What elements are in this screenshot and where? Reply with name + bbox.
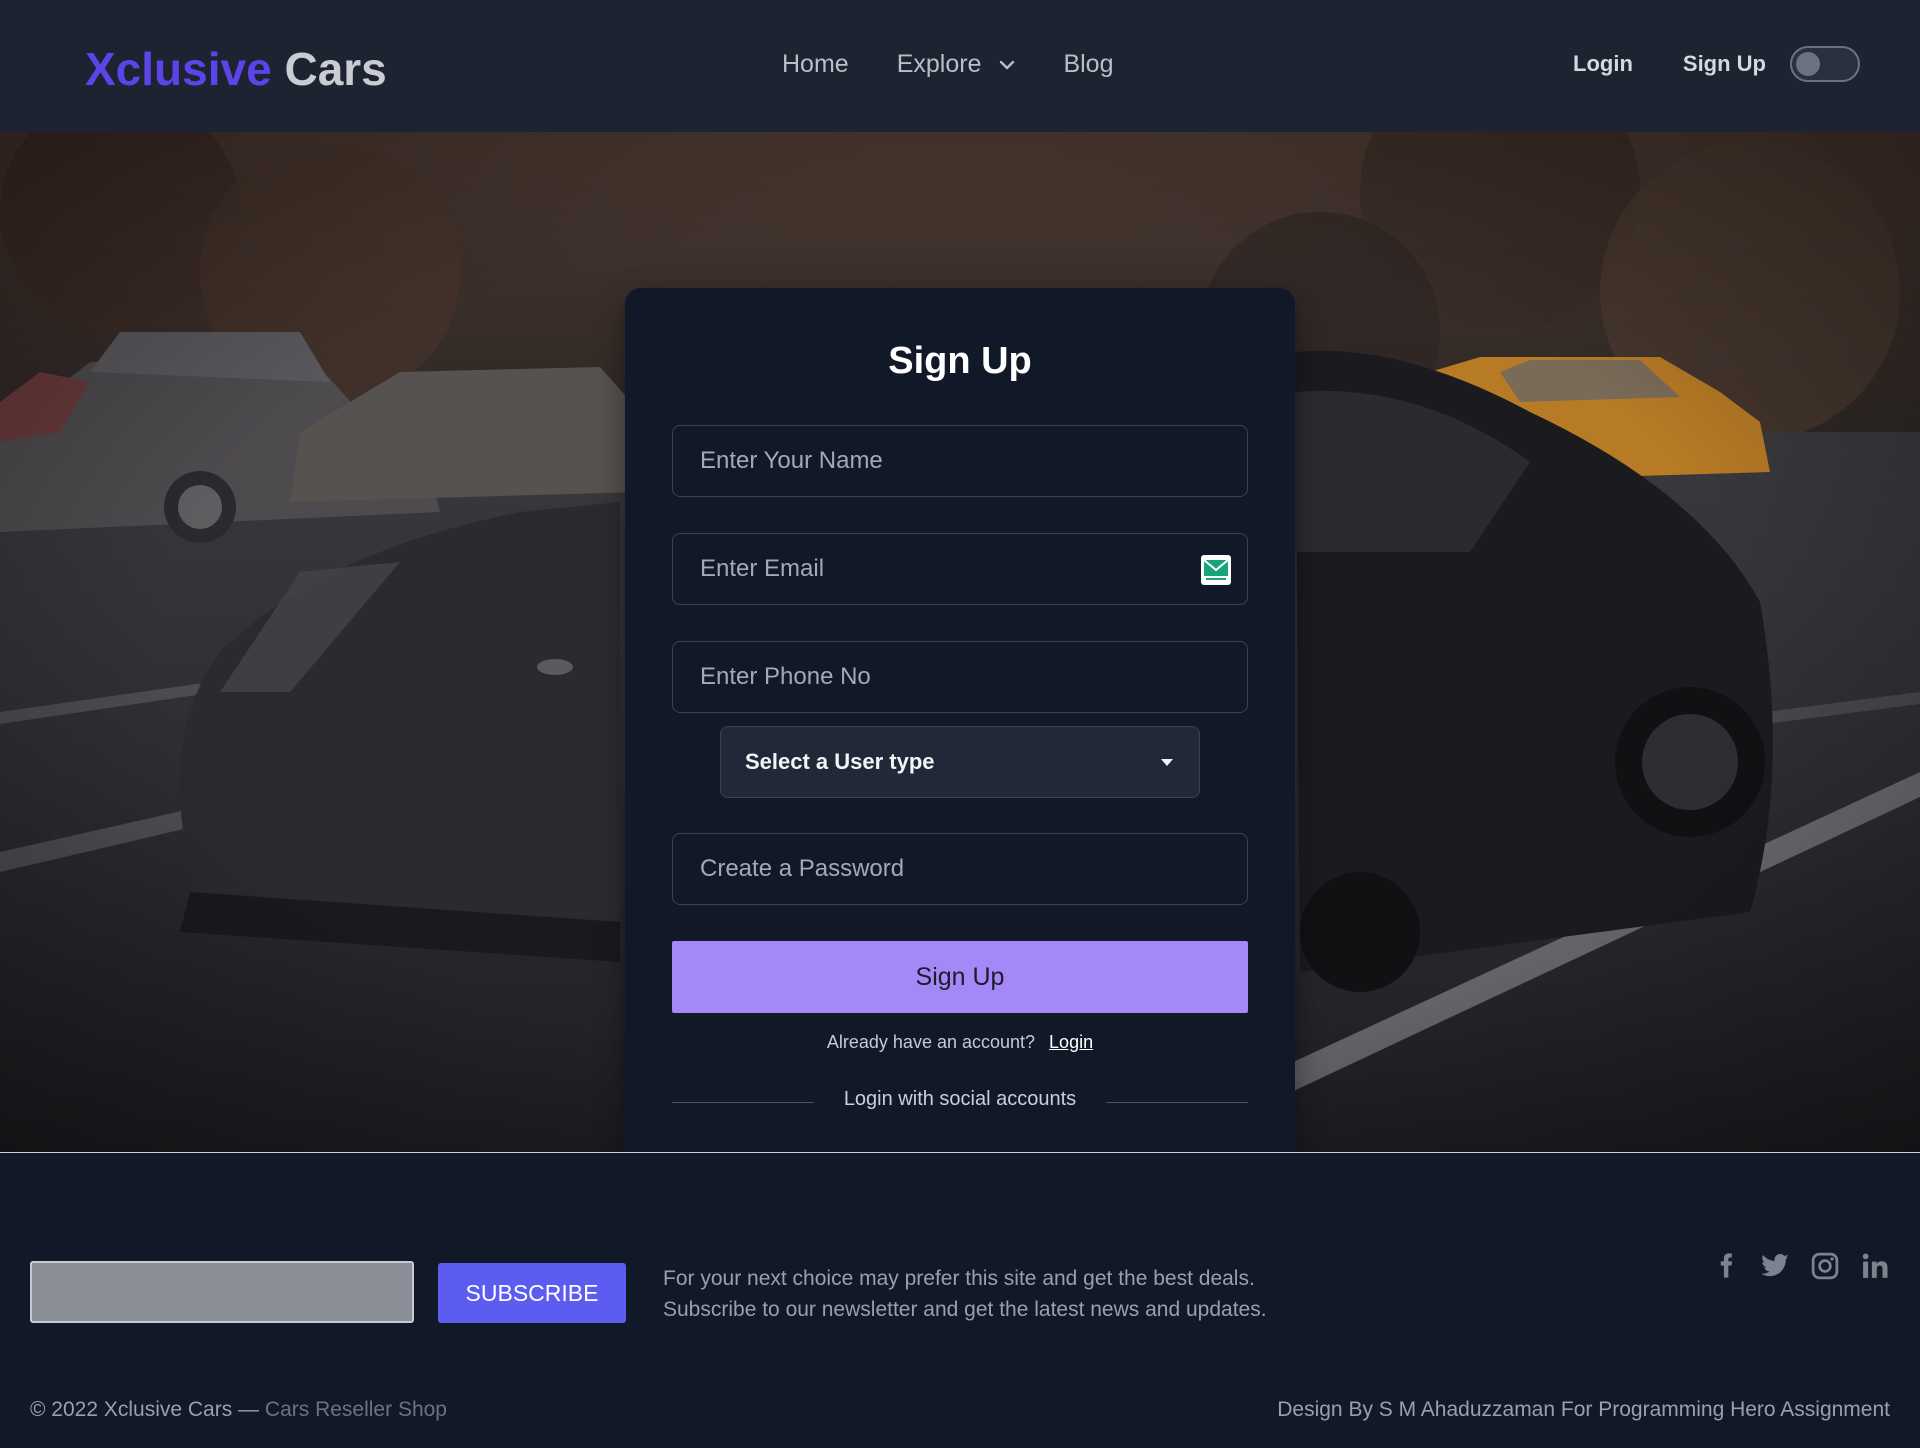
- name-input[interactable]: [698, 446, 1247, 476]
- name-field[interactable]: [672, 425, 1248, 497]
- login-link[interactable]: Login: [1049, 1032, 1093, 1052]
- nav-home-link[interactable]: Home: [782, 50, 849, 79]
- nav-explore-label: Explore: [896, 50, 982, 78]
- copyright: © 2022 Xclusive Cars — Cars Reseller Sho…: [30, 1398, 447, 1422]
- theme-toggle[interactable]: [1790, 46, 1860, 82]
- email-field[interactable]: [672, 533, 1248, 605]
- already-account-text: Already have an account?: [826, 1032, 1036, 1052]
- footer-social-links: [1712, 1251, 1890, 1281]
- newsletter-email-input[interactable]: [30, 1261, 414, 1323]
- theme-toggle-knob: [1796, 52, 1820, 76]
- brand-primary: Xclusive: [85, 43, 272, 95]
- already-account-row: Already have an account? Login: [625, 1032, 1295, 1053]
- footer: SUBSCRIBE For your next choice may prefe…: [0, 1153, 1920, 1448]
- signup-card: Sign Up Select a User type Sign Up: [625, 288, 1295, 1152]
- brand-logo[interactable]: Xclusive Cars: [85, 42, 387, 96]
- signup-submit-button[interactable]: Sign Up: [672, 941, 1248, 1013]
- phone-field[interactable]: [672, 641, 1248, 713]
- nav-blog-link[interactable]: Blog: [1063, 50, 1113, 79]
- password-input[interactable]: [698, 854, 1247, 884]
- newsletter-line-1: For your next choice may prefer this sit…: [663, 1267, 1255, 1290]
- navbar: Xclusive Cars Home Explore Blog Login Si…: [0, 0, 1920, 132]
- social-login-text: Login with social accounts: [843, 1088, 1077, 1110]
- hero-background: Sign Up Select a User type Sign Up: [0, 132, 1920, 1153]
- email-input[interactable]: [698, 554, 1247, 584]
- main-nav: Home Explore Blog: [782, 50, 1114, 79]
- caret-down-icon: [1161, 759, 1173, 766]
- divider-line-right: [1106, 1102, 1248, 1103]
- copyright-text: © 2022 Xclusive Cars —: [30, 1398, 260, 1421]
- nav-explore-dropdown[interactable]: Explore: [897, 50, 1016, 79]
- twitter-icon[interactable]: [1760, 1251, 1790, 1281]
- envelope-icon: [1203, 559, 1229, 580]
- nav-signup-link[interactable]: Sign Up: [1683, 51, 1766, 77]
- subscribe-button[interactable]: SUBSCRIBE: [438, 1263, 626, 1323]
- chevron-down-icon: [1000, 60, 1015, 69]
- social-divider: Login with social accounts: [672, 1088, 1248, 1132]
- password-field[interactable]: [672, 833, 1248, 905]
- signup-title: Sign Up: [888, 340, 1032, 382]
- design-credit: Design By S M Ahaduzzaman For Programmin…: [1277, 1398, 1890, 1421]
- user-type-select[interactable]: Select a User type: [720, 726, 1200, 798]
- newsletter-line-2: Subscribe to our newsletter and get the …: [663, 1298, 1267, 1321]
- linkedin-icon[interactable]: [1860, 1251, 1890, 1281]
- facebook-icon[interactable]: [1712, 1251, 1740, 1281]
- nav-login-link[interactable]: Login: [1573, 51, 1633, 77]
- nav-auth: Login Sign Up: [1573, 46, 1860, 82]
- instagram-icon[interactable]: [1810, 1251, 1840, 1281]
- phone-input[interactable]: [698, 662, 1247, 692]
- copyright-subtitle: Cars Reseller Shop: [264, 1398, 447, 1421]
- brand-secondary: Cars: [284, 43, 387, 95]
- newsletter-description: For your next choice may prefer this sit…: [663, 1263, 1267, 1325]
- user-type-selected: Select a User type: [745, 749, 935, 774]
- email-extension-icon[interactable]: [1201, 555, 1231, 585]
